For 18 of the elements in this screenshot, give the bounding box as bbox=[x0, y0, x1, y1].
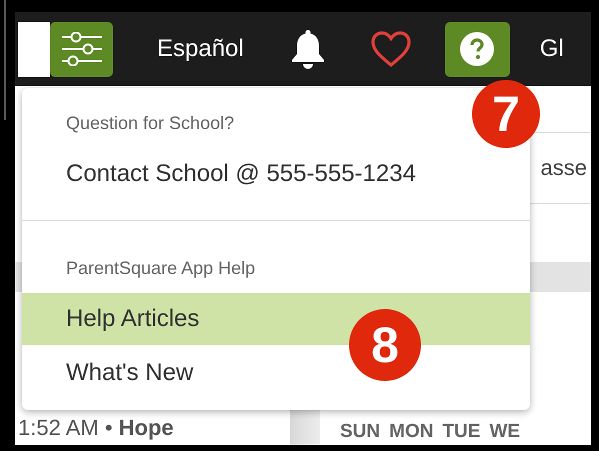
language-link[interactable]: Español bbox=[153, 35, 248, 63]
text-fragment: asse bbox=[540, 155, 587, 181]
menu-heading: Question for School? bbox=[66, 112, 234, 135]
help-button[interactable] bbox=[444, 22, 510, 76]
bell-icon[interactable] bbox=[290, 28, 326, 70]
weekday-label: MON bbox=[389, 421, 434, 443]
filter-button[interactable] bbox=[50, 22, 113, 76]
menu-item[interactable]: Contact School @ 555-555-1234 bbox=[22, 146, 530, 202]
post-meta: 1:52 AM • Hope bbox=[17, 415, 175, 442]
weekday-label: SUN bbox=[340, 421, 380, 443]
menu-heading: ParentSquare App Help bbox=[66, 257, 256, 280]
weekday-label: TUE bbox=[442, 421, 480, 443]
weekday-label: WE bbox=[489, 421, 520, 443]
question-icon bbox=[459, 31, 496, 67]
user-name[interactable]: Gl bbox=[540, 35, 564, 63]
heart-icon[interactable] bbox=[370, 30, 412, 68]
sliders-icon bbox=[60, 32, 104, 66]
search-field[interactable] bbox=[18, 22, 50, 76]
